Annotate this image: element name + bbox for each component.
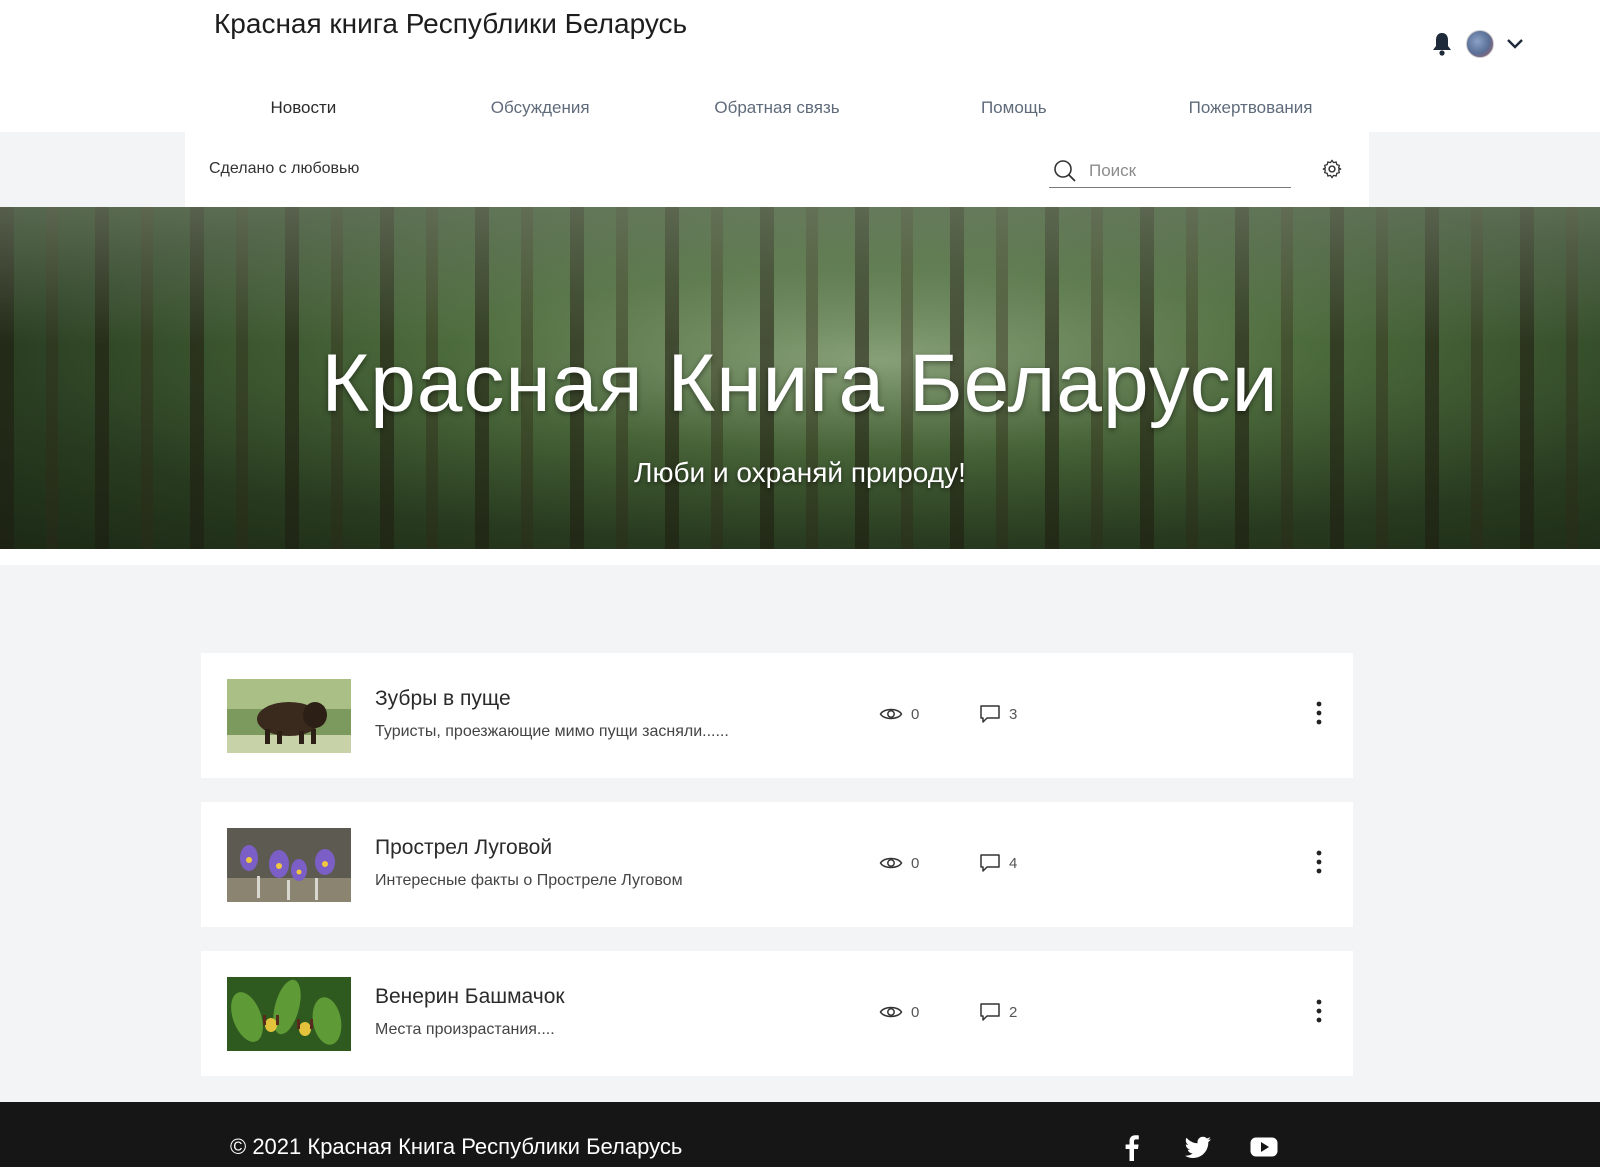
chevron-down-icon[interactable]: [1506, 38, 1524, 50]
views-count: 0: [911, 705, 920, 723]
hero-banner: Красная Книга Беларуси Люби и охраняй пр…: [0, 207, 1600, 549]
nav-item-feedback[interactable]: Обратная связь: [659, 88, 896, 128]
post-title[interactable]: Зубры в пуще: [375, 687, 511, 711]
top-bar: Красная книга Республики Беларусь Новост…: [0, 0, 1600, 132]
post-item[interactable]: Венерин Башмачок Места произрастания....…: [201, 951, 1353, 1076]
post-item[interactable]: Зубры в пуще Туристы, проезжающие мимо п…: [201, 653, 1353, 778]
nav-item-donations[interactable]: Пожертвования: [1132, 88, 1369, 128]
nav-item-news[interactable]: Новости: [185, 88, 422, 128]
hero-divider: [0, 549, 1600, 565]
post-item[interactable]: Прострел Луговой Интересные факты о Прос…: [201, 802, 1353, 927]
post-description: Места произрастания....: [375, 1021, 555, 1038]
post-thumbnail-pasqueflower[interactable]: [227, 828, 351, 902]
nav-item-discussions[interactable]: Обсуждения: [422, 88, 659, 128]
footer: © 2021 Красная Книга Республики Беларусь: [0, 1102, 1600, 1167]
comment-icon: [980, 1003, 1000, 1021]
facebook-icon[interactable]: [1117, 1132, 1147, 1162]
views-count: 0: [911, 854, 920, 872]
search-icon[interactable]: [1053, 159, 1077, 183]
settings-gear-icon[interactable]: [1321, 158, 1343, 180]
tagline: Сделано с любовью: [209, 160, 360, 177]
search-box[interactable]: [1049, 154, 1291, 188]
footer-copyright: © 2021 Красная Книга Республики Беларусь: [230, 1134, 683, 1159]
post-views: 0: [879, 1003, 919, 1021]
post-description: Туристы, проезжающие мимо пущи засняли..…: [375, 723, 729, 740]
post-comments: 3: [979, 704, 1017, 724]
views-count: 0: [911, 1003, 920, 1021]
more-options-icon[interactable]: [1311, 699, 1327, 727]
post-comments: 2: [979, 1002, 1017, 1022]
avatar[interactable]: [1466, 30, 1494, 58]
bell-icon[interactable]: [1430, 31, 1454, 57]
youtube-icon[interactable]: [1249, 1132, 1279, 1162]
eye-icon: [879, 857, 903, 869]
comment-icon: [980, 854, 1000, 872]
comments-count: 2: [1009, 1003, 1018, 1021]
search-input[interactable]: [1089, 160, 1269, 181]
post-description: Интересные факты о Прострелe Луговом: [375, 872, 683, 889]
hero-subtitle: Люби и охраняй природу!: [634, 457, 966, 488]
site-title[interactable]: Красная книга Республики Беларусь: [214, 8, 687, 40]
comments-count: 3: [1009, 705, 1018, 723]
post-thumbnail-ladys-slipper[interactable]: [227, 977, 351, 1051]
hero-title: Красная Книга Беларуси: [321, 338, 1279, 429]
post-views: 0: [879, 854, 919, 872]
twitter-icon[interactable]: [1183, 1132, 1213, 1162]
post-list: Зубры в пуще Туристы, проезжающие мимо п…: [201, 653, 1353, 1100]
more-options-icon[interactable]: [1311, 848, 1327, 876]
post-thumbnail-bison[interactable]: [227, 679, 351, 753]
eye-icon: [879, 1006, 903, 1018]
post-views: 0: [879, 705, 919, 723]
post-title[interactable]: Венерин Башмачок: [375, 985, 565, 1009]
main-nav: Новости Обсуждения Обратная связь Помощь…: [185, 88, 1369, 128]
nav-item-help[interactable]: Помощь: [895, 88, 1132, 128]
comments-count: 4: [1009, 854, 1018, 872]
eye-icon: [879, 708, 903, 720]
user-area: [1430, 30, 1524, 58]
comment-icon: [980, 705, 1000, 723]
post-comments: 4: [979, 853, 1017, 873]
post-title[interactable]: Прострел Луговой: [375, 836, 552, 860]
forum-subbar: Сделано с любовью: [185, 132, 1369, 207]
more-options-icon[interactable]: [1311, 997, 1327, 1025]
